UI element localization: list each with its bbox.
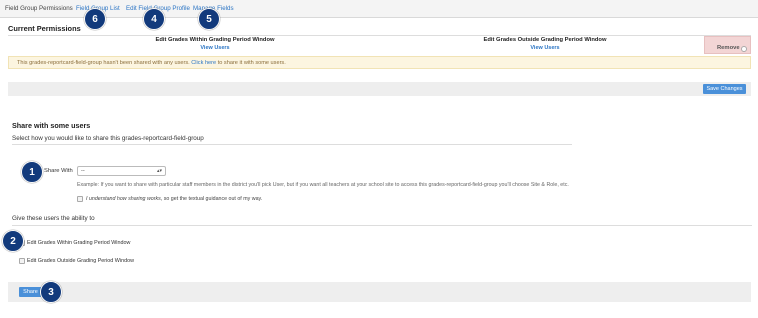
save-bar (8, 82, 751, 96)
understand-sharing-checkbox[interactable] (77, 196, 83, 202)
share-with-select[interactable]: -- ▴▾ (77, 166, 166, 176)
permission-column-outside: Edit Grades Outside Grading Period Windo… (475, 37, 615, 57)
remove-label: Remove (717, 45, 740, 51)
select-arrows-icon: ▴▾ (156, 168, 162, 174)
share-button[interactable]: Share (19, 287, 42, 297)
view-users-link-within[interactable]: View Users (145, 45, 285, 51)
share-section-subtitle: Select how you would like to share this … (12, 135, 204, 142)
understand-sharing-label: I understand how sharing works, so get t… (86, 196, 262, 202)
remove-all-checkbox[interactable] (741, 46, 747, 52)
share-bar (8, 282, 751, 302)
share-section-title: Share with some users (12, 121, 91, 130)
step-badge-3: 3 (40, 281, 62, 303)
ability-outside-label: Edit Grades Outside Grading Period Windo… (27, 258, 134, 264)
current-permissions-title: Current Permissions (8, 24, 81, 33)
divider (12, 144, 572, 145)
step-badge-5: 5 (198, 8, 220, 30)
understand-rest: , so get the textual guidance out of my … (160, 196, 263, 202)
column-title-outside: Edit Grades Outside Grading Period Windo… (483, 37, 607, 43)
share-with-label: Share With (44, 168, 73, 174)
step-badge-4: 4 (143, 8, 165, 30)
share-with-value: -- (81, 168, 85, 174)
permission-column-within: Edit Grades Within Grading Period Window… (145, 37, 285, 57)
ability-outside-checkbox[interactable] (19, 258, 25, 264)
ability-section-title: Give these users the ability to (12, 215, 95, 222)
save-changes-button[interactable]: Save Changes (703, 84, 746, 94)
understand-italic: I understand how sharing works (86, 196, 161, 202)
divider (8, 35, 751, 36)
column-title-within: Edit Grades Within Grading Period Window (155, 37, 275, 43)
tab-field-group-permissions[interactable]: Field Group Permissions (5, 5, 73, 12)
notice-text: This grades-reportcard-field-group hasn'… (17, 60, 190, 66)
step-badge-6: 6 (84, 8, 106, 30)
view-users-link-outside[interactable]: View Users (475, 45, 615, 51)
step-badge-2: 2 (2, 230, 24, 252)
ability-within-label: Edit Grades Within Grading Period Window (27, 240, 131, 246)
notice-click-here-link[interactable]: Click here (191, 60, 216, 66)
not-shared-notice: This grades-reportcard-field-group hasn'… (8, 56, 751, 69)
divider (12, 225, 752, 226)
notice-text-after: to share it with some users. (217, 60, 286, 66)
example-text: Example: If you want to share with parti… (77, 182, 569, 188)
step-badge-1: 1 (21, 161, 43, 183)
